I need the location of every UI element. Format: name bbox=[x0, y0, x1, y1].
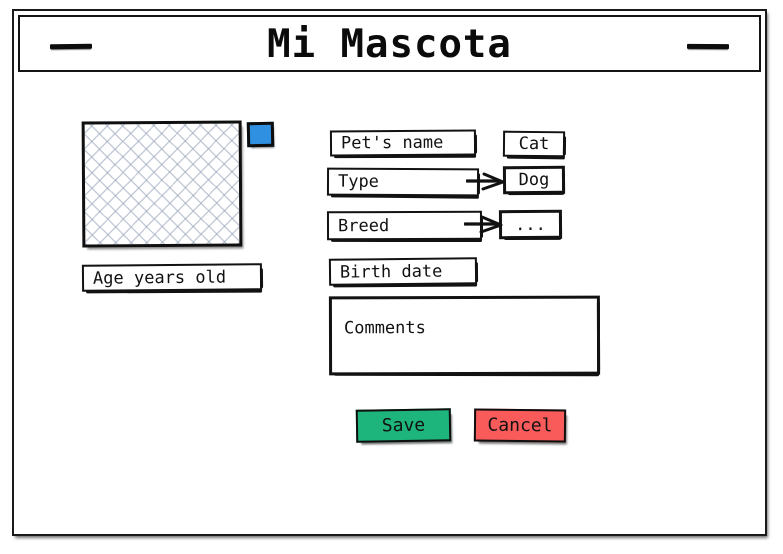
breed-option-ellipsis[interactable]: ... bbox=[498, 209, 563, 240]
upload-photo-button[interactable] bbox=[246, 121, 275, 148]
age-field[interactable]: Age years old bbox=[81, 263, 263, 292]
page-title: Mi Mascota bbox=[267, 22, 512, 67]
comments-label: Comments bbox=[343, 318, 426, 339]
type-option-dog-label: Dog bbox=[518, 169, 550, 191]
breed-label: Breed bbox=[337, 215, 390, 236]
age-field-label: Age years old bbox=[92, 267, 227, 289]
birth-date-input[interactable]: Birth date bbox=[328, 257, 478, 286]
pet-photo-placeholder[interactable] bbox=[81, 120, 243, 248]
type-label: Type bbox=[337, 171, 380, 192]
pet-name-input[interactable]: Pet's name bbox=[329, 129, 477, 157]
birth-date-label: Birth date bbox=[339, 261, 443, 283]
type-input[interactable]: Type bbox=[326, 167, 480, 197]
breed-option-ellipsis-label: ... bbox=[515, 214, 546, 235]
breed-input[interactable]: Breed bbox=[326, 210, 483, 241]
app-window: Mi Mascota Age years old Pet's name Type… bbox=[12, 9, 767, 536]
pet-name-label: Pet's name bbox=[340, 132, 444, 154]
type-option-cat-label: Cat bbox=[518, 133, 550, 155]
title-bar: Mi Mascota bbox=[18, 15, 761, 72]
minimize-dash-right-icon[interactable] bbox=[686, 43, 730, 50]
type-option-dog[interactable]: Dog bbox=[502, 165, 566, 195]
type-option-cat[interactable]: Cat bbox=[502, 130, 566, 158]
save-button[interactable]: Save bbox=[355, 408, 452, 443]
comments-textarea[interactable]: Comments bbox=[328, 295, 601, 376]
cancel-button[interactable]: Cancel bbox=[473, 408, 567, 443]
